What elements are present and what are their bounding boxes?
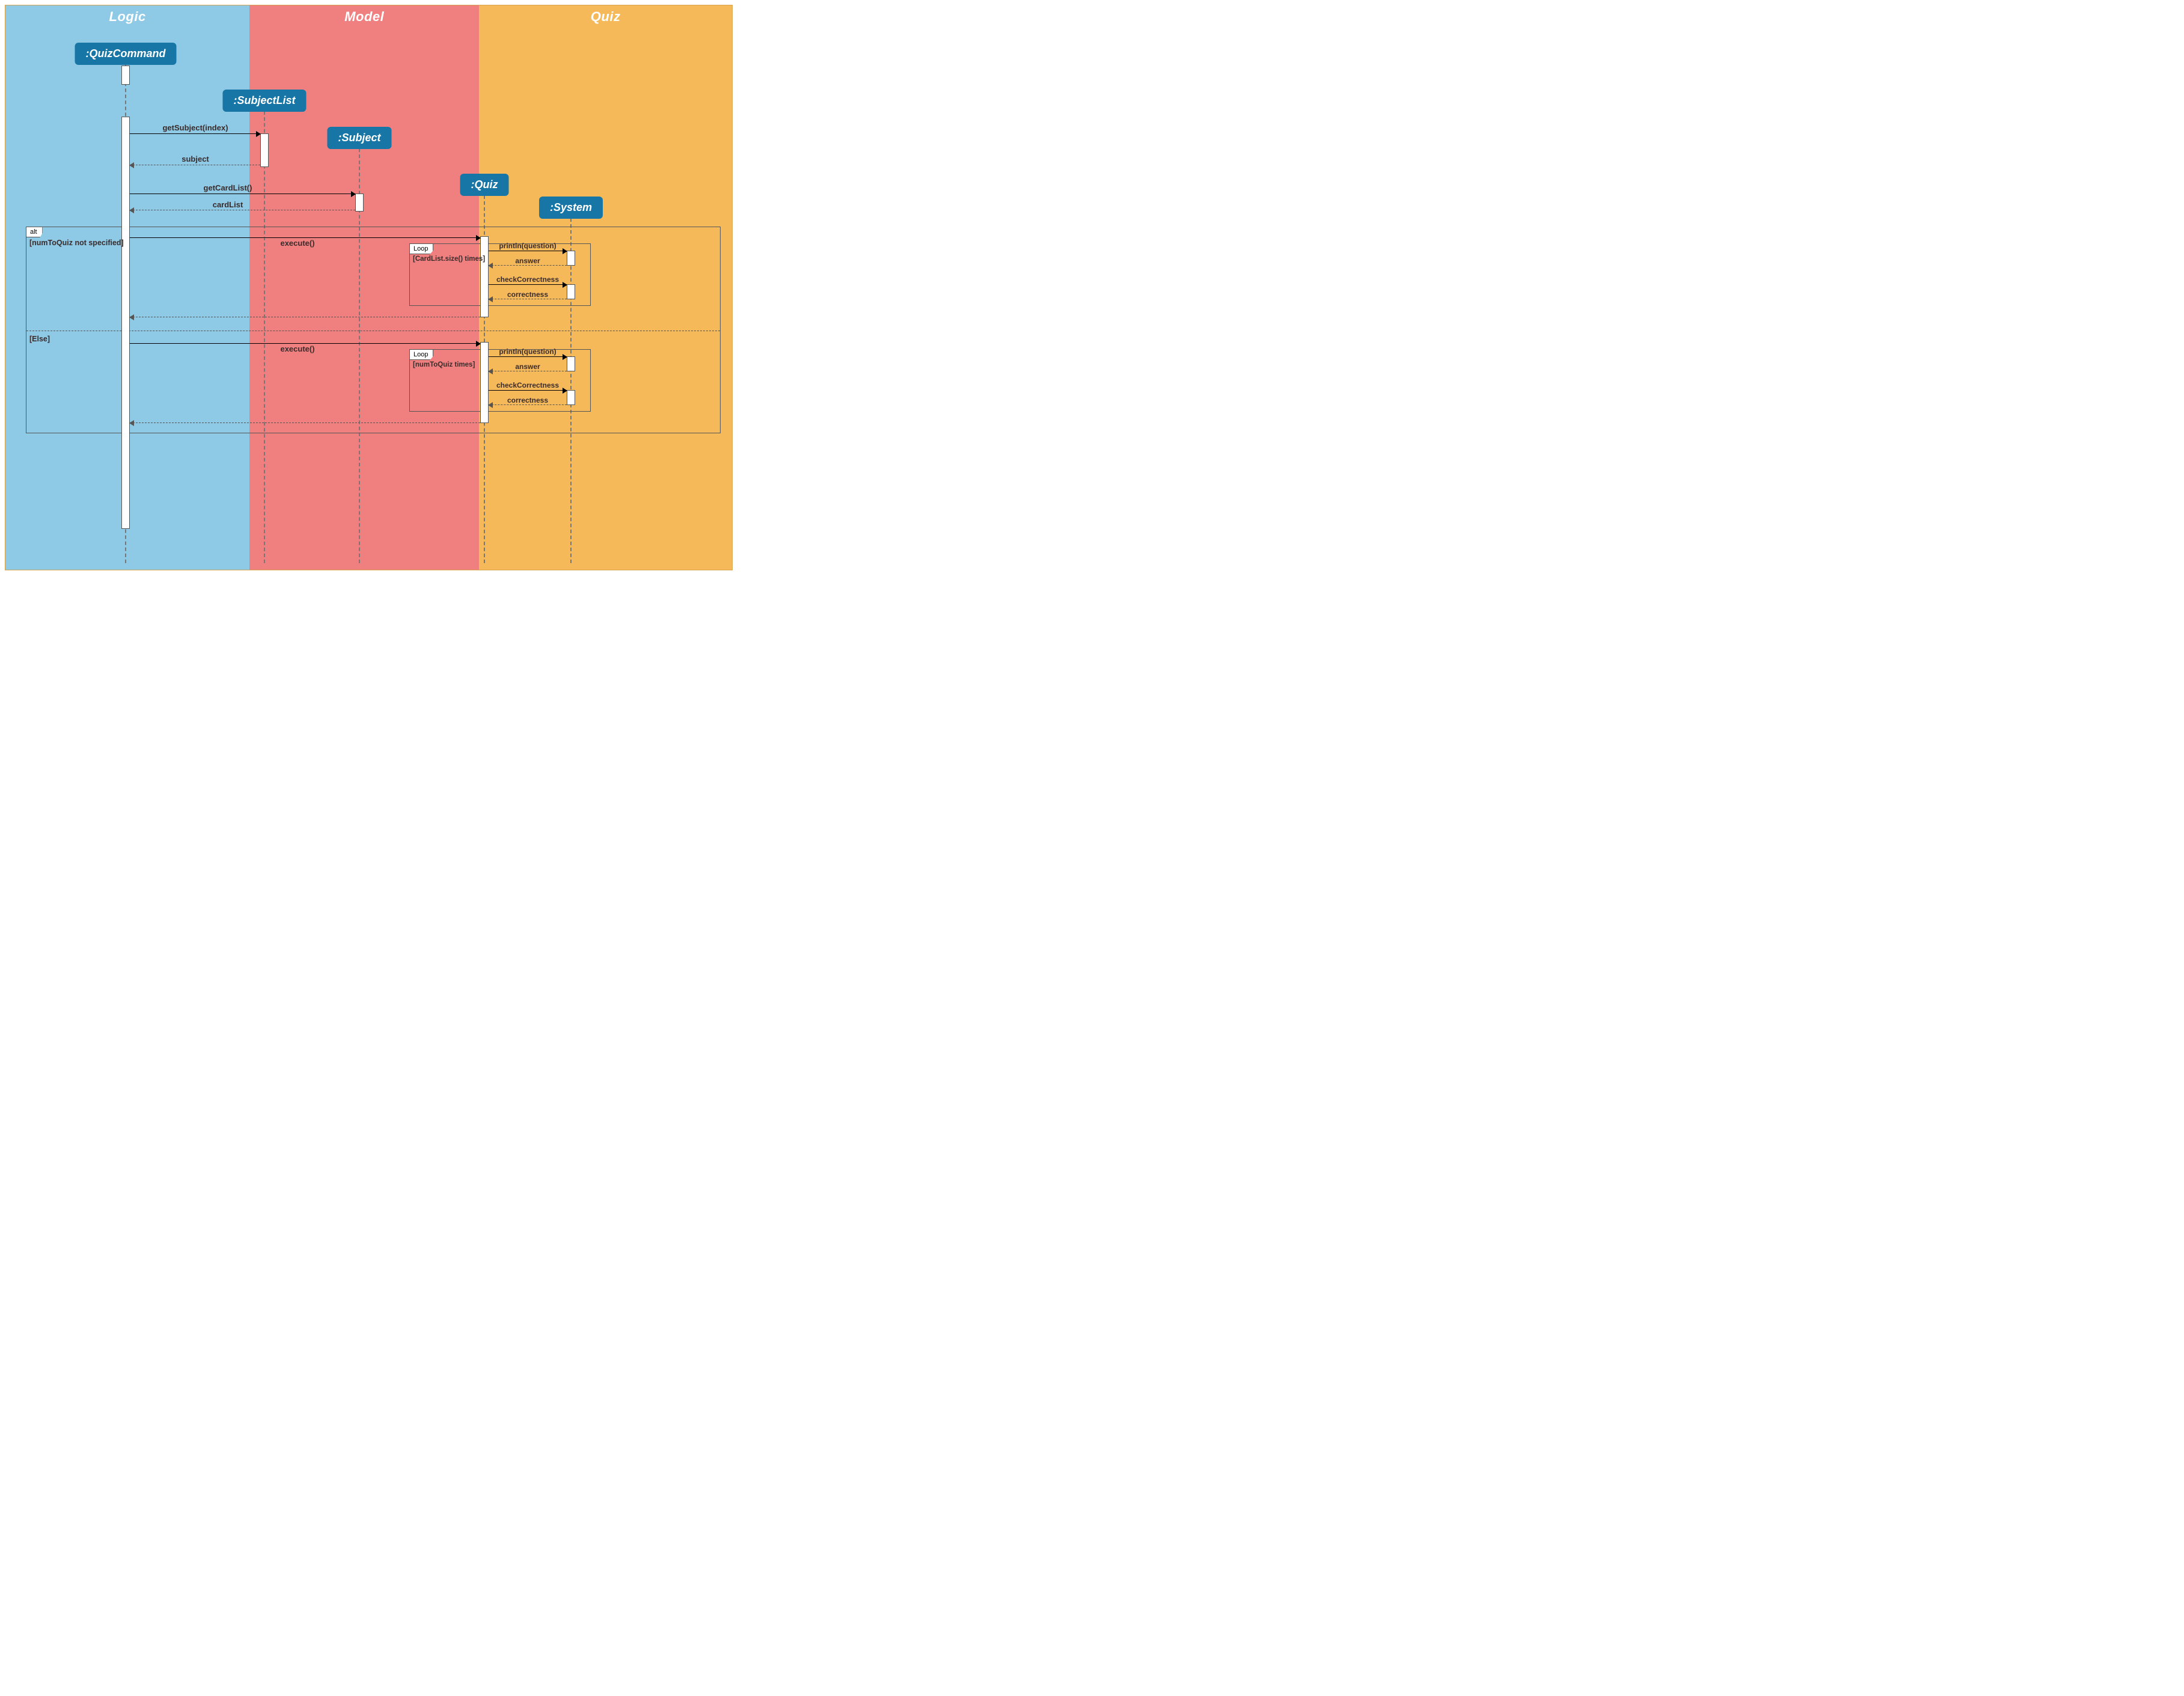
label-println1: println(question) bbox=[499, 242, 556, 250]
act-system-print2 bbox=[567, 356, 575, 371]
label-getsubject: getSubject(index) bbox=[162, 123, 228, 132]
label-corr2: correctness bbox=[507, 396, 548, 404]
sequence-diagram: Logic Model Quiz :QuizCommand :SubjectLi… bbox=[5, 5, 733, 570]
arrow-corr2 bbox=[489, 404, 567, 405]
frame-loop1-tag: Loop bbox=[409, 243, 433, 254]
guard-alt-1: [numToQuiz not specified] bbox=[29, 239, 124, 247]
label-execute1: execute() bbox=[280, 239, 314, 248]
label-ret-cardlist: cardList bbox=[213, 200, 243, 209]
label-corr1: correctness bbox=[507, 290, 548, 299]
frame-loop2-tag: Loop bbox=[409, 349, 433, 360]
arrow-answer1 bbox=[489, 265, 567, 266]
frame-alt: alt bbox=[26, 227, 721, 433]
act-quiz-exec1 bbox=[480, 236, 489, 317]
lane-model-title: Model bbox=[249, 9, 479, 25]
participant-system: :System bbox=[539, 197, 603, 219]
label-check2: checkCorrectness bbox=[496, 381, 559, 389]
act-system-print1 bbox=[567, 251, 575, 266]
participant-quizcommand: :QuizCommand bbox=[75, 43, 177, 65]
label-answer2: answer bbox=[515, 362, 540, 371]
arrow-println2 bbox=[489, 356, 567, 357]
act-quizcommand-create bbox=[121, 66, 130, 85]
participant-quiz: :Quiz bbox=[460, 174, 509, 196]
guard-loop1: [CardList.size() times] bbox=[413, 255, 485, 263]
arrow-ret-exec2 bbox=[130, 422, 480, 423]
lane-logic-title: Logic bbox=[5, 9, 249, 25]
guard-loop2: [numToQuiz times] bbox=[413, 361, 475, 368]
label-answer1: answer bbox=[515, 257, 540, 265]
label-ret-subject: subject bbox=[181, 154, 209, 163]
arrow-check2 bbox=[489, 390, 567, 391]
arrow-getsubject bbox=[130, 133, 260, 134]
act-system-check1 bbox=[567, 284, 575, 299]
label-execute2: execute() bbox=[280, 344, 314, 353]
lane-quiz-title: Quiz bbox=[479, 9, 732, 25]
arrow-check1 bbox=[489, 284, 567, 285]
label-println2: println(question) bbox=[499, 347, 556, 356]
guard-alt-2: [Else] bbox=[29, 335, 50, 343]
act-quiz-exec2 bbox=[480, 342, 489, 423]
participant-subject: :Subject bbox=[327, 127, 391, 149]
arrow-execute1 bbox=[130, 237, 480, 238]
label-check1: checkCorrectness bbox=[496, 275, 559, 284]
label-getcardlist: getCardList() bbox=[204, 183, 252, 192]
act-subject-getcardlist bbox=[355, 194, 364, 212]
participant-subjectlist: :SubjectList bbox=[222, 90, 306, 112]
act-quizcommand-main bbox=[121, 117, 130, 529]
act-system-check2 bbox=[567, 390, 575, 405]
act-subjectlist-getsubject bbox=[260, 133, 269, 167]
frame-alt-tag: alt bbox=[26, 227, 43, 237]
arrow-execute2 bbox=[130, 343, 480, 344]
